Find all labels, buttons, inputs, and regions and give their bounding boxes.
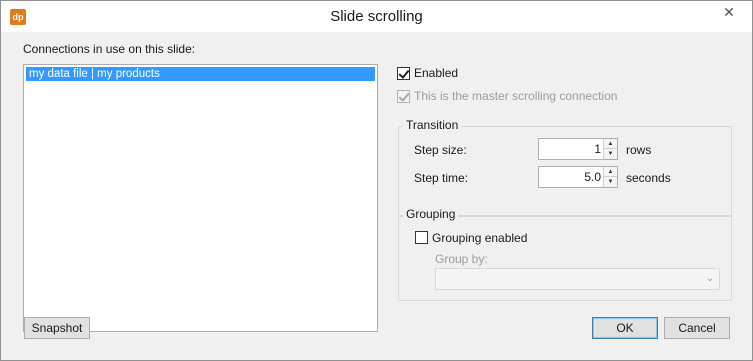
step-size-label: Step size: [414, 143, 467, 157]
step-time-spin-buttons: ▲ ▼ [603, 167, 617, 187]
group-by-select: ⌄ [435, 268, 720, 290]
step-size-stepper[interactable]: 1 ▲ ▼ [538, 138, 618, 160]
step-time-unit: seconds [626, 171, 671, 185]
grouping-enabled-label: Grouping enabled [432, 231, 528, 245]
list-item[interactable]: my data file | my products [26, 67, 375, 81]
spin-up-icon[interactable]: ▲ [604, 167, 617, 177]
enabled-label: Enabled [414, 66, 459, 80]
enabled-checkbox[interactable] [397, 67, 410, 80]
master-connection-checkbox [397, 90, 410, 103]
transition-group-title: Transition [403, 118, 462, 132]
dialog-window: dp Slide scrolling ✕ Connections in use … [0, 0, 753, 361]
grouping-group-title: Grouping [403, 207, 459, 221]
spin-up-icon[interactable]: ▲ [604, 139, 617, 149]
step-time-label: Step time: [414, 171, 469, 185]
cancel-button[interactable]: Cancel [664, 317, 730, 339]
dialog-body: Connections in use on this slide: my dat… [1, 32, 752, 360]
group-by-label: Group by: [435, 252, 488, 266]
dialog-title: Slide scrolling [330, 8, 423, 25]
spin-down-icon[interactable]: ▼ [604, 177, 617, 187]
step-size-unit: rows [626, 143, 652, 157]
step-size-value[interactable]: 1 [539, 139, 603, 159]
connections-label: Connections in use on this slide: [23, 42, 196, 56]
grouping-enabled-checkbox[interactable] [415, 231, 428, 244]
close-icon[interactable]: ✕ [716, 2, 742, 22]
step-time-stepper[interactable]: 5.0 ▲ ▼ [538, 166, 618, 188]
step-time-value[interactable]: 5.0 [539, 167, 603, 187]
chevron-down-icon: ⌄ [705, 273, 714, 284]
title-bar: dp Slide scrolling ✕ [1, 1, 752, 32]
step-size-spin-buttons: ▲ ▼ [603, 139, 617, 159]
master-connection-label: This is the master scrolling connection [414, 89, 618, 103]
connections-list[interactable]: my data file | my products [23, 64, 378, 332]
spin-down-icon[interactable]: ▼ [604, 149, 617, 159]
ok-button[interactable]: OK [592, 317, 658, 339]
snapshot-button[interactable]: Snapshot [24, 317, 90, 339]
